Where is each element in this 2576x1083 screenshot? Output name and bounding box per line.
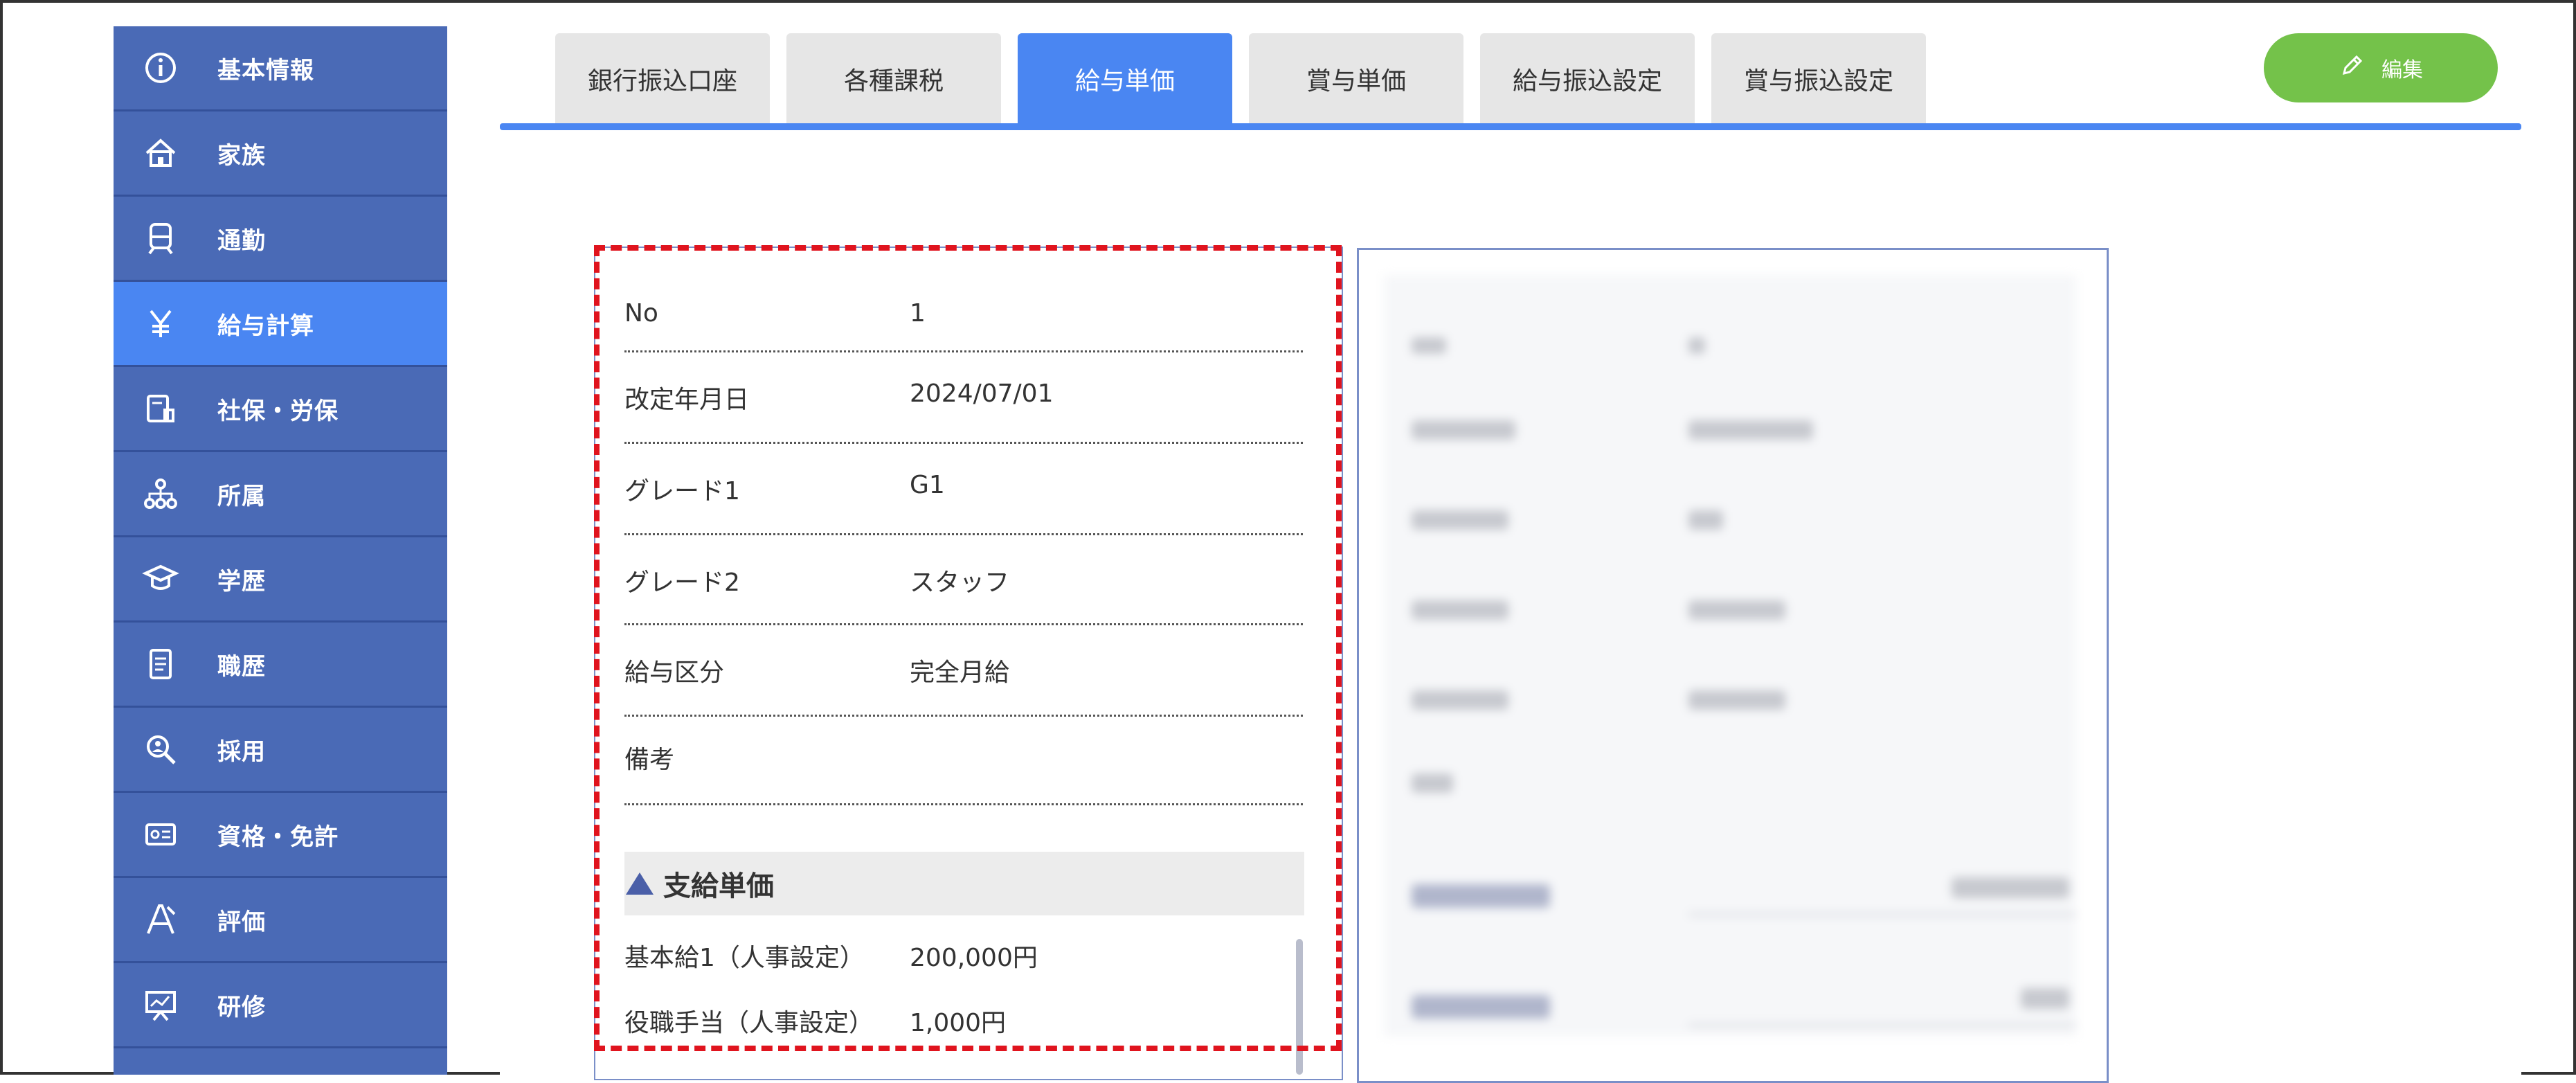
training-board-icon <box>141 985 180 1024</box>
field-label: 改定年月日 <box>624 386 750 414</box>
tab-salary-transfer-settings[interactable]: 給与振込設定 <box>1480 33 1695 125</box>
tab-bank-account[interactable]: 銀行振込口座 <box>555 33 770 125</box>
field-value: G1 <box>910 471 945 499</box>
pay-item-value: 200,000円 <box>910 944 1038 972</box>
collapse-triangle-icon <box>626 872 654 895</box>
edit-button[interactable]: 編集 <box>2264 33 2498 102</box>
sidebar-item-label: 資格・免許 <box>217 823 339 851</box>
sidebar-item-family[interactable]: 家族 <box>114 111 447 197</box>
evaluation-icon <box>141 900 180 939</box>
pay-item-value: 1,000円 <box>910 1009 1007 1037</box>
recruit-icon <box>141 730 180 769</box>
sidebar-item-label: 評価 <box>217 908 266 936</box>
field-label: No <box>624 299 658 328</box>
document-icon <box>141 645 180 683</box>
field-value: 2024/07/01 <box>910 379 1054 408</box>
field-label: グレード1 <box>624 477 740 505</box>
sidebar-item-commute[interactable]: 通勤 <box>114 197 447 282</box>
pay-item-position-allowance: 役職手当（人事設定） 1,000円 <box>624 1003 1006 1039</box>
info-icon <box>141 48 180 87</box>
sidebar-item-insurance[interactable]: 社保・労保 <box>114 367 447 452</box>
field-value: 完全月給 <box>910 659 1010 687</box>
org-chart-icon <box>141 474 180 513</box>
sidebar-item-label: 研修 <box>217 993 266 1021</box>
section-title: 支給単価 <box>663 870 774 902</box>
blurred-content <box>1384 275 2076 1037</box>
sidebar-item-payroll[interactable]: 給与計算 <box>114 282 447 367</box>
sidebar-item-basic-info[interactable]: 基本情報 <box>114 26 447 111</box>
tab-underline <box>500 123 2521 130</box>
house-icon <box>141 134 180 172</box>
license-card-icon <box>141 815 180 854</box>
yen-icon <box>141 304 180 343</box>
sidebar: 基本情報 家族 通勤 給与計算 社保・労保 所属 学歴 職歴 採用 資格・免許 … <box>114 26 447 1075</box>
sidebar-item-label: 基本情報 <box>217 56 314 84</box>
blurred-record-card <box>1357 248 2109 1083</box>
sidebar-item-career[interactable]: 職歴 <box>114 623 447 708</box>
tab-bar: 銀行振込口座 各種課税 給与単価 賞与単価 給与振込設定 賞与振込設定 <box>555 33 1943 125</box>
scrollbar[interactable] <box>1296 939 1303 1075</box>
sidebar-item-education[interactable]: 学歴 <box>114 537 447 623</box>
field-row-no: No 1 <box>624 284 1303 352</box>
tab-bonus-unit-price[interactable]: 賞与単価 <box>1249 33 1463 125</box>
tab-salary-unit-price[interactable]: 給与単価 <box>1018 33 1232 125</box>
field-row-salary-type: 給与区分 完全月給 <box>624 623 1303 717</box>
pay-item-label: 役職手当（人事設定） <box>624 1009 874 1037</box>
sidebar-item-work[interactable]: 業務 <box>114 1048 447 1075</box>
work-icon <box>141 1071 180 1075</box>
sidebar-item-label: 家族 <box>217 141 266 170</box>
edit-button-label: 編集 <box>2381 58 2423 82</box>
graduation-cap-icon <box>141 560 180 598</box>
field-row-revision-date: 改定年月日 2024/07/01 <box>624 350 1303 444</box>
sidebar-item-affiliation[interactable]: 所属 <box>114 452 447 537</box>
field-row-grade1: グレード1 G1 <box>624 442 1303 535</box>
section-header-payment-unit[interactable]: 支給単価 <box>624 852 1304 915</box>
pay-item-label: 基本給1（人事設定） <box>624 944 865 972</box>
field-value: スタッフ <box>910 569 1010 597</box>
sidebar-item-evaluation[interactable]: 評価 <box>114 878 447 963</box>
tab-bonus-transfer-settings[interactable]: 賞与振込設定 <box>1711 33 1926 125</box>
field-value: 1 <box>910 299 926 328</box>
sidebar-item-license[interactable]: 資格・免許 <box>114 793 447 878</box>
field-row-grade2: グレード2 スタッフ <box>624 533 1303 625</box>
sidebar-item-label: 社保・労保 <box>217 397 339 425</box>
field-label: 給与区分 <box>624 659 725 687</box>
sidebar-item-label: 職歴 <box>217 652 266 681</box>
pencil-icon <box>2339 51 2381 84</box>
sidebar-item-training[interactable]: 研修 <box>114 963 447 1048</box>
train-icon <box>141 219 180 258</box>
field-label: 備考 <box>624 746 675 774</box>
sidebar-item-label: 所属 <box>217 482 266 510</box>
insurance-icon <box>141 389 180 428</box>
sidebar-item-recruit[interactable]: 採用 <box>114 708 447 793</box>
sidebar-item-label: 給与計算 <box>217 312 314 340</box>
field-row-remarks: 備考 <box>624 715 1303 805</box>
field-label: グレード2 <box>624 569 740 597</box>
tab-taxation[interactable]: 各種課税 <box>786 33 1001 125</box>
sidebar-item-label: 通勤 <box>217 226 266 255</box>
sidebar-item-label: 学歴 <box>217 567 266 596</box>
sidebar-item-label: 採用 <box>217 737 266 766</box>
pay-item-base-salary: 基本給1（人事設定） 200,000円 <box>624 938 1038 974</box>
